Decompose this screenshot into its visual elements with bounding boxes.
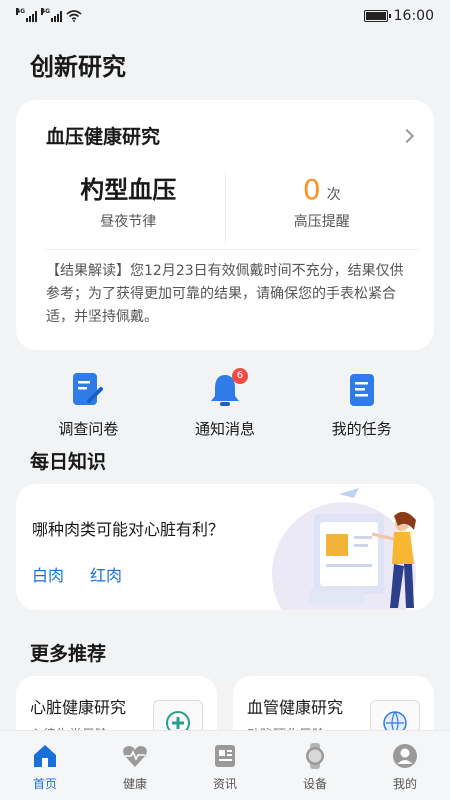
signal-group: 4G 4G (16, 7, 82, 22)
home-icon (34, 745, 56, 767)
quick-actions: 调查问卷 6 通知消息 我的任务 (0, 350, 450, 440)
questionnaire-label: 调查问卷 (58, 420, 119, 438)
presentation-illustration (272, 488, 416, 610)
bottom-tab-bar: 首页 健康 资讯 设备 我的 (0, 730, 450, 800)
notifications-label: 通知消息 (194, 420, 255, 438)
tab-devices[interactable]: 设备 (280, 741, 350, 800)
tab-health[interactable]: 健康 (100, 741, 170, 800)
alert-label: 高压提醒 (293, 214, 350, 230)
option-red-meat[interactable]: 红肉 (90, 562, 122, 586)
health-icon (123, 746, 147, 767)
tab-news[interactable]: 资讯 (190, 741, 260, 800)
wifi-icon (66, 10, 82, 22)
status-bar: 4G 4G 16:00 (0, 0, 450, 32)
daily-knowledge-card: 哪种肉类可能对心脏有利？ 白肉 红肉 (16, 484, 434, 610)
signal-icon: 4G (41, 7, 62, 22)
bp-card-title: 血压健康研究 (46, 126, 161, 148)
alert-unit: 次 (326, 187, 341, 203)
tasks-label: 我的任务 (331, 420, 392, 438)
clock: 16:00 (393, 8, 434, 24)
more-recommend-title: 更多推荐 (30, 643, 107, 665)
tab-profile-label: 我的 (392, 777, 417, 791)
profile-icon (393, 744, 417, 768)
tab-devices-label: 设备 (302, 777, 327, 791)
alert-count: 0 (302, 173, 321, 206)
rhythm-label: 昼夜节律 (100, 214, 157, 230)
result-note: 【结果解读】您12月23日有效佩戴时间不充分，结果仅供参考；为了获得更加可靠的结… (46, 263, 404, 325)
rhythm-value: 杓型血压 (80, 176, 177, 204)
page-title: 创新研究 (30, 53, 126, 81)
option-white-meat[interactable]: 白肉 (32, 562, 64, 586)
rhythm-stat: 杓型血压 昼夜节律 (32, 173, 225, 243)
tab-profile[interactable]: 我的 (370, 741, 440, 800)
tab-health-label: 健康 (122, 777, 147, 791)
task-icon (349, 374, 374, 406)
notification-badge: 6 (231, 368, 248, 384)
tab-home-label: 首页 (32, 777, 57, 791)
alert-stat: 0次 高压提醒 (224, 173, 419, 243)
daily-knowledge-title: 每日知识 (30, 451, 107, 473)
tab-home[interactable]: 首页 (10, 741, 80, 800)
chevron-right-icon[interactable] (399, 128, 415, 143)
bp-study-card[interactable]: 血压健康研究 杓型血压 昼夜节律 0次 高压提醒 【结果解读】您12月23日有效… (16, 100, 434, 350)
watch-icon (306, 743, 324, 769)
questionnaire-button[interactable]: 调查问卷 (33, 368, 143, 440)
news-icon (215, 745, 235, 767)
signal-icon: 4G (16, 7, 37, 22)
tab-news-label: 资讯 (212, 777, 237, 791)
notifications-button[interactable]: 6 通知消息 (170, 368, 280, 440)
questionnaire-icon (73, 373, 104, 405)
tasks-button[interactable]: 我的任务 (307, 368, 417, 440)
battery-icon (363, 10, 391, 22)
